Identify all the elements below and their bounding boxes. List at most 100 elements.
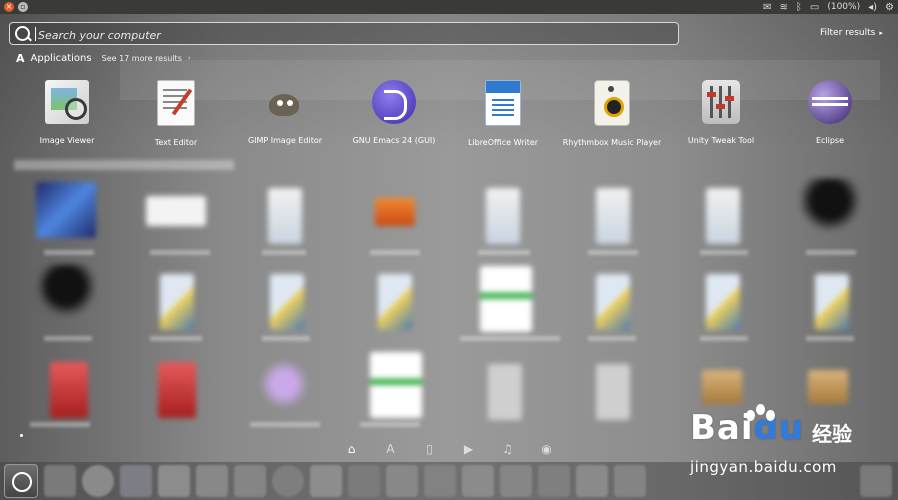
app-gimp[interactable]: GIMP Image Editor bbox=[230, 80, 340, 145]
paw-icon bbox=[744, 404, 778, 438]
result-file-icon[interactable] bbox=[375, 198, 415, 226]
result-thumbnail[interactable] bbox=[36, 182, 96, 238]
watermark-chinese: 经验 bbox=[812, 422, 852, 446]
search-bar[interactable] bbox=[9, 22, 679, 45]
result-file-icon[interactable] bbox=[815, 274, 849, 330]
result-label bbox=[150, 250, 210, 255]
app-label: Rhythmbox Music Player bbox=[562, 138, 662, 147]
launcher-app-icon[interactable] bbox=[120, 465, 152, 497]
bluetooth-icon[interactable]: ᛒ bbox=[796, 2, 802, 13]
blurred-results-grid bbox=[0, 160, 898, 430]
launcher-app-icon[interactable] bbox=[44, 465, 76, 497]
search-input[interactable] bbox=[36, 26, 640, 44]
result-label bbox=[150, 336, 202, 341]
mail-icon[interactable]: ✉ bbox=[763, 2, 771, 13]
app-label: Text Editor bbox=[154, 138, 198, 147]
watermark-url: jingyan.baidu.com bbox=[690, 458, 837, 476]
launcher-app-icon[interactable] bbox=[272, 465, 304, 497]
search-icon bbox=[15, 26, 30, 41]
result-file-icon[interactable] bbox=[702, 370, 742, 404]
app-label: LibreOffice Writer bbox=[467, 138, 539, 147]
result-file-icon[interactable] bbox=[596, 364, 630, 420]
app-emacs[interactable]: GNU Emacs 24 (GUI) bbox=[339, 80, 449, 145]
photos-lens-icon[interactable]: ◉ bbox=[527, 438, 566, 460]
launcher-app-icon[interactable] bbox=[424, 465, 456, 497]
launcher-app-icon[interactable] bbox=[462, 465, 494, 497]
result-file-icon[interactable] bbox=[808, 370, 848, 404]
app-libreoffice-writer[interactable]: LibreOffice Writer bbox=[448, 80, 558, 147]
result-file-icon[interactable] bbox=[36, 264, 96, 320]
image-viewer-icon bbox=[45, 80, 89, 124]
launcher-app-icon[interactable] bbox=[348, 465, 380, 497]
launcher-app-icon[interactable] bbox=[158, 465, 190, 497]
category-title: Applications bbox=[30, 52, 92, 64]
app-image-viewer[interactable]: Image Viewer bbox=[12, 80, 122, 145]
category-header: A Applications See 17 more results › bbox=[16, 51, 191, 65]
launcher-app-icon[interactable] bbox=[576, 465, 608, 497]
results-section-header bbox=[14, 160, 234, 170]
launcher-app-icon[interactable] bbox=[386, 465, 418, 497]
result-file-icon[interactable] bbox=[50, 362, 88, 418]
emacs-icon bbox=[372, 80, 416, 124]
wifi-icon[interactable]: ≋ bbox=[780, 2, 788, 13]
result-label bbox=[360, 422, 420, 427]
result-file-icon[interactable] bbox=[480, 266, 532, 332]
app-eclipse[interactable]: Eclipse bbox=[775, 80, 885, 145]
filter-results-button[interactable]: Filter results ▸ bbox=[820, 28, 883, 38]
gear-icon[interactable]: ⚙ bbox=[885, 2, 894, 13]
launcher-app-icon[interactable] bbox=[234, 465, 266, 497]
app-label: Unity Tweak Tool bbox=[687, 136, 755, 145]
result-thumbnail[interactable] bbox=[146, 196, 206, 226]
launcher-app-icon[interactable] bbox=[310, 465, 342, 497]
files-lens-icon[interactable]: ▯ bbox=[410, 438, 449, 460]
launcher-app-icon[interactable] bbox=[538, 465, 570, 497]
app-label: GIMP Image Editor bbox=[247, 136, 323, 145]
unity-tweak-icon bbox=[702, 80, 740, 124]
app-label: Eclipse bbox=[815, 136, 845, 145]
home-lens-icon[interactable]: ⌂ bbox=[332, 438, 371, 460]
result-file-icon[interactable] bbox=[486, 188, 520, 244]
launcher-app-icon[interactable] bbox=[614, 465, 646, 497]
see-more-results-link[interactable]: See 17 more results bbox=[102, 54, 182, 63]
result-file-icon[interactable] bbox=[706, 188, 740, 244]
result-file-icon[interactable] bbox=[488, 364, 522, 420]
result-label bbox=[588, 250, 638, 255]
result-file-icon[interactable] bbox=[596, 188, 630, 244]
launcher-app-icon[interactable] bbox=[82, 465, 114, 497]
chevron-right-icon[interactable]: › bbox=[188, 54, 191, 62]
result-file-icon[interactable] bbox=[270, 274, 304, 330]
launcher-app-icon[interactable] bbox=[196, 465, 228, 497]
applications-lens-icon[interactable]: A bbox=[371, 438, 410, 460]
result-file-icon[interactable] bbox=[596, 274, 630, 330]
result-label bbox=[44, 250, 94, 255]
result-label bbox=[700, 250, 748, 255]
maximize-button[interactable]: ▫ bbox=[18, 2, 28, 12]
app-text-editor[interactable]: Text Editor bbox=[121, 80, 231, 147]
battery-text: (100%) bbox=[827, 2, 861, 12]
result-file-icon[interactable] bbox=[160, 274, 194, 330]
result-file-icon[interactable] bbox=[706, 274, 740, 330]
video-lens-icon[interactable]: ▶ bbox=[449, 438, 488, 460]
baidu-watermark: Baidu 经验 jingyan.baidu.com bbox=[690, 404, 890, 494]
result-label bbox=[262, 336, 310, 341]
result-label bbox=[460, 336, 560, 341]
system-tray: ✉ ≋ ᛒ ▭ (100%) ◂) ⚙ bbox=[763, 0, 898, 14]
close-button[interactable]: × bbox=[4, 2, 14, 12]
music-lens-icon[interactable]: ♫ bbox=[488, 438, 527, 460]
app-unity-tweak-tool[interactable]: Unity Tweak Tool bbox=[666, 80, 776, 145]
result-file-icon[interactable] bbox=[254, 356, 314, 412]
result-label bbox=[262, 250, 306, 255]
dash-home-button[interactable] bbox=[4, 464, 38, 498]
battery-icon[interactable]: ▭ bbox=[810, 2, 819, 13]
eclipse-icon bbox=[808, 80, 852, 124]
app-rhythmbox[interactable]: Rhythmbox Music Player bbox=[557, 80, 667, 147]
libreoffice-writer-icon bbox=[485, 80, 521, 126]
volume-icon[interactable]: ◂) bbox=[868, 2, 877, 13]
result-file-icon[interactable] bbox=[378, 274, 412, 330]
result-label bbox=[588, 336, 636, 341]
result-file-icon[interactable] bbox=[268, 188, 302, 244]
result-file-icon[interactable] bbox=[800, 178, 860, 234]
result-file-icon[interactable] bbox=[370, 352, 422, 418]
launcher-app-icon[interactable] bbox=[500, 465, 532, 497]
result-file-icon[interactable] bbox=[158, 362, 196, 418]
